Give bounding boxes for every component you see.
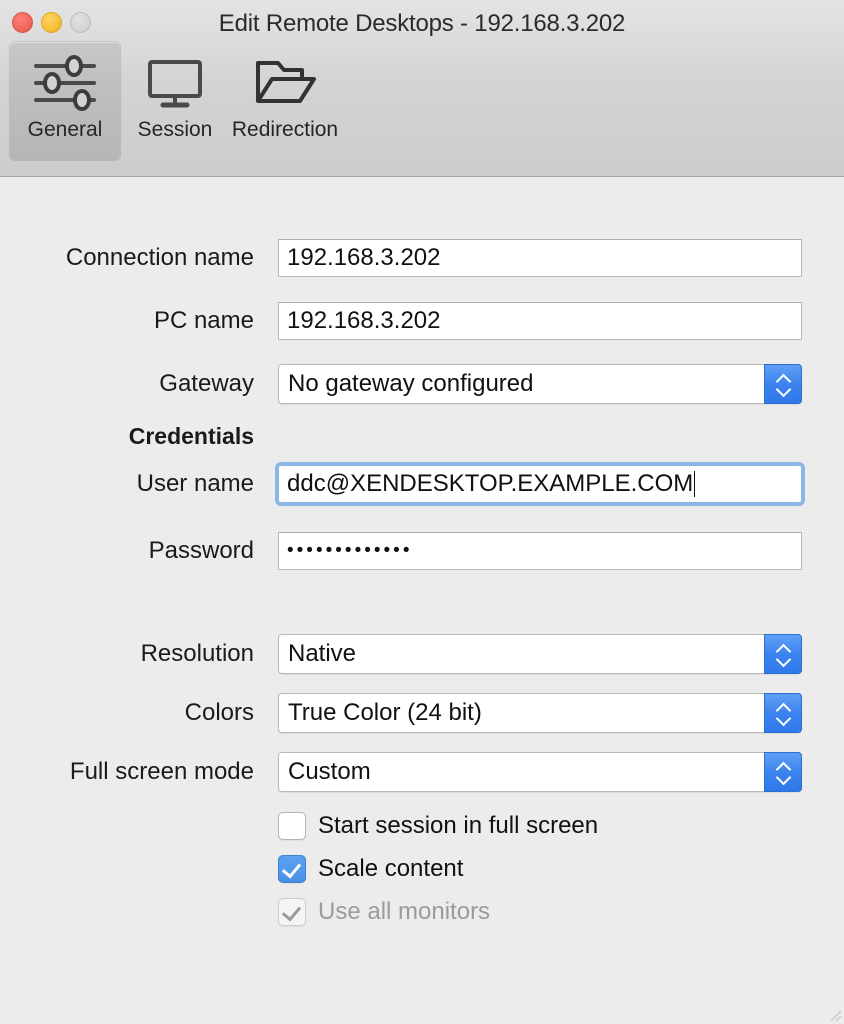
text-caret bbox=[694, 471, 696, 497]
toolbar-item-general-label: General bbox=[27, 118, 103, 141]
chevron-updown-icon[interactable] bbox=[764, 752, 802, 792]
row-gateway: Gateway No gateway configured bbox=[0, 364, 844, 404]
resolution-label: Resolution bbox=[140, 640, 254, 667]
general-settings-pane: Connection name 192.168.3.202 PC name 19… bbox=[0, 177, 844, 1024]
row-full-screen-mode: Full screen mode Custom bbox=[0, 752, 844, 792]
connection-name-input[interactable]: 192.168.3.202 bbox=[278, 239, 802, 277]
checkbox-box bbox=[278, 898, 306, 926]
row-password: Password ••••••••••••• bbox=[0, 532, 844, 570]
titlebar-toolbar: Edit Remote Desktops - 192.168.3.202 Gen… bbox=[0, 0, 844, 177]
user-name-label: User name bbox=[136, 470, 254, 497]
resize-grip-icon[interactable] bbox=[828, 1008, 842, 1022]
toolbar-item-redirection-label: Redirection bbox=[231, 118, 339, 141]
colors-select-value: True Color (24 bit) bbox=[288, 699, 482, 726]
checkbox-box[interactable] bbox=[278, 812, 306, 840]
pc-name-input[interactable]: 192.168.3.202 bbox=[278, 302, 802, 340]
sliders-icon bbox=[32, 52, 98, 114]
checkmark-icon bbox=[281, 901, 302, 922]
window-title: Edit Remote Desktops - 192.168.3.202 bbox=[218, 10, 626, 37]
password-masked-value: ••••••••••••• bbox=[287, 539, 413, 561]
checkbox-use-all-monitors-label: Use all monitors bbox=[318, 898, 491, 925]
row-pc-name: PC name 192.168.3.202 bbox=[0, 302, 844, 340]
full-screen-mode-select[interactable]: Custom bbox=[278, 752, 802, 792]
user-name-input[interactable]: ddc@XENDESKTOP.EXAMPLE.COM bbox=[278, 465, 802, 503]
chevron-down-icon bbox=[776, 656, 790, 664]
row-connection-name: Connection name 192.168.3.202 bbox=[0, 239, 844, 277]
checkbox-scale-content[interactable]: Scale content bbox=[278, 852, 463, 886]
row-credentials-heading: Credentials bbox=[0, 417, 844, 455]
checkbox-use-all-monitors: Use all monitors bbox=[278, 895, 490, 929]
chevron-updown-icon[interactable] bbox=[764, 693, 802, 733]
password-input[interactable]: ••••••••••••• bbox=[278, 532, 802, 570]
row-user-name: User name ddc@XENDESKTOP.EXAMPLE.COM bbox=[0, 465, 844, 503]
credentials-heading: Credentials bbox=[128, 422, 254, 449]
checkbox-box[interactable] bbox=[278, 855, 306, 883]
chevron-down-icon bbox=[776, 774, 790, 782]
full-screen-mode-label: Full screen mode bbox=[69, 758, 254, 785]
resolution-select-value: Native bbox=[288, 640, 357, 667]
connection-name-label: Connection name bbox=[65, 244, 254, 271]
chevron-updown-icon[interactable] bbox=[764, 364, 802, 404]
resolution-select[interactable]: Native bbox=[278, 634, 802, 674]
gateway-select[interactable]: No gateway configured bbox=[278, 364, 802, 404]
pc-name-label: PC name bbox=[153, 307, 254, 334]
chevron-updown-icon[interactable] bbox=[764, 634, 802, 674]
row-resolution: Resolution Native bbox=[0, 634, 844, 674]
colors-label: Colors bbox=[184, 699, 254, 726]
toolbar-item-session[interactable]: Session bbox=[120, 42, 230, 160]
checkbox-start-session-in-full-screen[interactable]: Start session in full screen bbox=[278, 809, 598, 843]
edit-remote-desktops-window: Edit Remote Desktops - 192.168.3.202 Gen… bbox=[0, 0, 844, 1024]
chevron-down-icon bbox=[776, 715, 790, 723]
user-name-input-value: ddc@XENDESKTOP.EXAMPLE.COM bbox=[287, 470, 694, 497]
row-colors: Colors True Color (24 bit) bbox=[0, 693, 844, 733]
open-folder-icon bbox=[252, 52, 318, 114]
checkbox-start-session-in-full-screen-label: Start session in full screen bbox=[318, 812, 599, 839]
monitor-icon bbox=[144, 52, 206, 114]
password-label: Password bbox=[148, 537, 254, 564]
toolbar-item-general[interactable]: General bbox=[10, 42, 120, 160]
full-screen-mode-select-value: Custom bbox=[288, 758, 371, 785]
colors-select[interactable]: True Color (24 bit) bbox=[278, 693, 802, 733]
checkbox-scale-content-label: Scale content bbox=[318, 855, 464, 882]
toolbar: General Session Redirection bbox=[10, 42, 340, 160]
chevron-down-icon bbox=[776, 386, 790, 394]
checkmark-icon bbox=[281, 858, 302, 879]
toolbar-item-redirection[interactable]: Redirection bbox=[230, 42, 340, 160]
gateway-select-value: No gateway configured bbox=[288, 370, 534, 397]
gateway-label: Gateway bbox=[159, 370, 254, 397]
toolbar-item-session-label: Session bbox=[137, 118, 213, 141]
